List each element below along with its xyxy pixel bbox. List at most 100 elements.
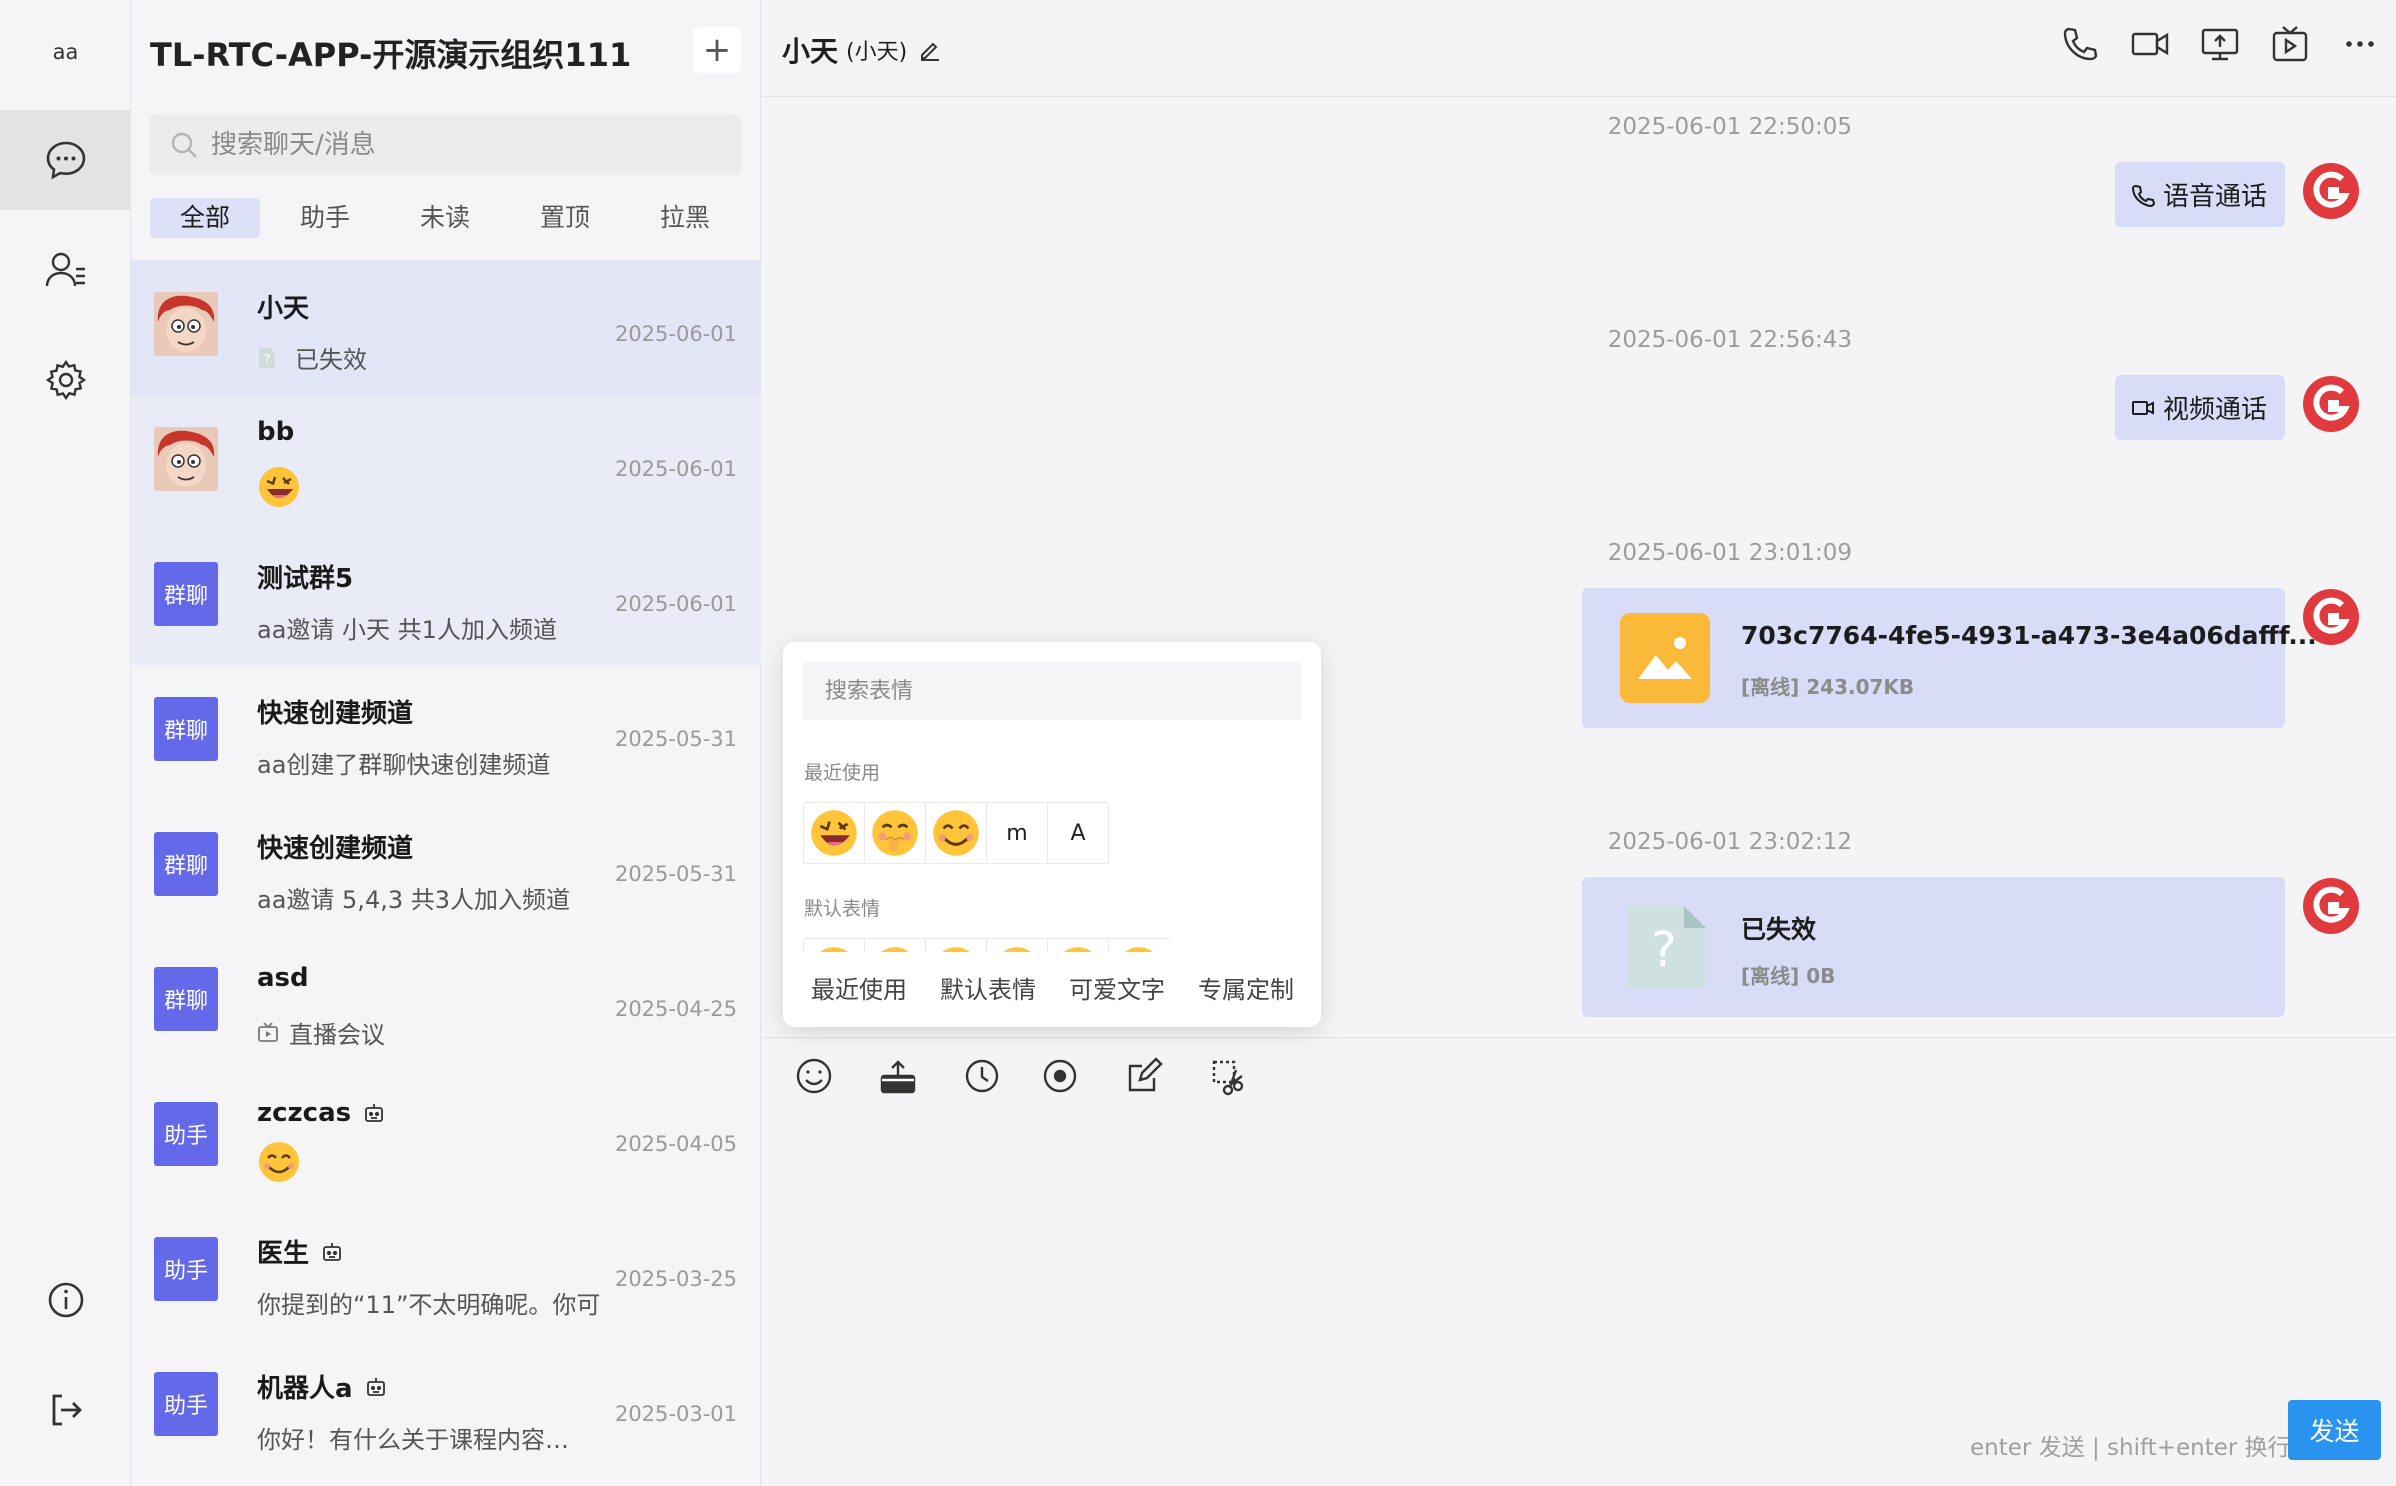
add-button[interactable]: + — [693, 27, 741, 73]
tab-pinned[interactable]: 置顶 — [510, 198, 620, 238]
conversation-item[interactable]: 群聊 测试群5 aa邀请 小天 共1人加入频道 2025-06-01 — [131, 530, 761, 665]
conversation-item[interactable]: bb 2025-06-01 — [131, 395, 761, 530]
file-message[interactable]: ? 已失效 [离线] 0B — [1582, 877, 2285, 1017]
video-call-bubble[interactable]: 视频通话 — [2115, 375, 2285, 440]
search-box — [149, 115, 741, 175]
conversation-date: 2025-06-01 — [614, 457, 737, 481]
more-icon[interactable] — [2340, 24, 2380, 64]
conversation-preview: 直播会议 — [257, 1015, 385, 1050]
screen-share-icon[interactable] — [2200, 24, 2240, 64]
tab-unread[interactable]: 未读 — [390, 198, 500, 238]
tab-all[interactable]: 全部 — [150, 198, 260, 238]
search-input[interactable] — [211, 130, 711, 160]
nav-logout[interactable] — [0, 1360, 131, 1460]
avatar: 群聊 — [154, 967, 218, 1031]
video-camera-icon[interactable] — [2130, 24, 2170, 64]
conversation-item[interactable]: 群聊 快速创建频道 aa邀请 5,4,3 共3人加入频道 2025-05-31 — [131, 800, 761, 935]
conversation-date: 2025-04-05 — [614, 1132, 737, 1156]
emoji-cell[interactable]: A — [1047, 802, 1109, 864]
conversation-item[interactable]: 小天 ? 已失效 2025-06-01 — [131, 260, 761, 395]
record-icon[interactable] — [1040, 1056, 1080, 1096]
tab-recent[interactable]: 最近使用 — [811, 970, 907, 1005]
laughing-emoji-icon — [811, 810, 857, 856]
emoji-icon[interactable] — [794, 1056, 834, 1096]
tab-assistant[interactable]: 助手 — [270, 198, 380, 238]
file-message[interactable]: 703c7764-4fe5-4931-a473-3e4a06dafff... [… — [1582, 588, 2317, 728]
file-name: 已失效 — [1741, 915, 1817, 944]
conversation-preview — [257, 465, 301, 509]
conversation-item[interactable]: 助手 医生 你提到的“11”不太明确呢。你可 2025-03-25 — [131, 1205, 761, 1340]
cartoon-face-icon — [154, 292, 218, 356]
history-clock-icon[interactable] — [962, 1056, 1002, 1096]
phone-icon[interactable] — [2060, 24, 2100, 64]
emoji-cell[interactable] — [925, 938, 987, 952]
conversation-date: 2025-05-31 — [614, 862, 737, 886]
edit-pen-icon[interactable] — [917, 37, 943, 63]
contacts-icon — [45, 252, 85, 287]
sender-logo-icon — [2303, 589, 2359, 645]
giggling-emoji-icon — [872, 810, 918, 856]
robot-icon — [365, 1104, 384, 1122]
emoji-cell[interactable] — [864, 802, 926, 864]
upload-file-icon[interactable] — [878, 1056, 918, 1096]
laughing-emoji-icon — [259, 467, 299, 507]
nav-settings[interactable] — [0, 330, 131, 430]
robot-icon — [323, 1242, 341, 1261]
smiling-emoji-icon — [259, 1142, 299, 1182]
send-hint: enter 发送 | shift+enter 换行 — [1970, 1435, 2291, 1461]
emoji-cell[interactable] — [1108, 938, 1169, 952]
emoji-cell[interactable] — [803, 802, 865, 864]
screenshot-scissors-icon[interactable] — [1208, 1056, 1248, 1096]
composer-divider — [762, 1037, 2396, 1038]
tab-blocked[interactable]: 拉黑 — [630, 198, 740, 238]
unknown-file-icon: ? — [1628, 906, 1706, 988]
emoji-cell[interactable]: m — [986, 802, 1048, 864]
chat-header: 小天 (小天) — [762, 0, 2396, 97]
emoji-cell[interactable] — [864, 938, 926, 952]
default-emoji-row — [803, 938, 1169, 952]
conversation-name: asd — [257, 963, 309, 993]
voice-call-bubble[interactable]: 语音通话 — [2115, 162, 2285, 227]
file-meta: [离线] 0B — [1741, 964, 1836, 988]
conversation-date: 2025-06-01 — [614, 322, 737, 346]
conversation-name: zczcas — [257, 1098, 385, 1128]
tab-default[interactable]: 默认表情 — [940, 970, 1036, 1005]
nav-about[interactable] — [0, 1250, 131, 1350]
tab-cute-text[interactable]: 可爱文字 — [1069, 970, 1165, 1005]
phone-icon — [2131, 184, 2155, 207]
org-title: TL-RTC-APP-开源演示组织111 — [150, 36, 632, 74]
conversation-item[interactable]: 助手 zczcas 2025-04-05 — [131, 1070, 761, 1205]
emoji-search-input[interactable] — [803, 662, 1301, 720]
live-stream-icon[interactable] — [2270, 24, 2310, 64]
conversation-preview: 你好！有什么关于课程内容… — [257, 1426, 569, 1454]
user-avatar[interactable]: aa — [0, 40, 131, 64]
send-button[interactable]: 发送 — [2288, 1400, 2381, 1460]
emoji-cell[interactable] — [925, 802, 987, 864]
robot-icon — [366, 1377, 385, 1396]
logout-icon — [52, 1394, 82, 1426]
section-recent-label: 最近使用 — [804, 762, 881, 784]
emoji-cell[interactable] — [986, 938, 1048, 952]
edit-note-icon[interactable] — [1124, 1056, 1164, 1096]
bubble-label: 语音通话 — [2163, 182, 2268, 212]
name-text: 医生 — [257, 1239, 310, 1269]
chat-name: 小天 — [782, 35, 839, 68]
name-text: zczcas — [257, 1098, 352, 1128]
section-default-label: 默认表情 — [804, 898, 881, 920]
conversation-name: 小天 — [257, 294, 310, 324]
conversation-item[interactable]: 群聊 asd 直播会议 2025-04-25 — [131, 935, 761, 1070]
tab-custom[interactable]: 专属定制 — [1198, 970, 1294, 1005]
emoji-category-tabs: 最近使用 默认表情 可爱文字 专属定制 — [783, 960, 1321, 1010]
conversation-item[interactable]: 群聊 快速创建频道 aa创建了群聊快速创建频道 2025-05-31 — [131, 665, 761, 800]
nav-contacts[interactable] — [0, 220, 131, 320]
info-icon — [48, 1282, 83, 1318]
conversation-panel: TL-RTC-APP-开源演示组织111 + 全部 助手 未读 置顶 拉黑 小天… — [131, 0, 761, 1486]
file-invalid-icon: ? — [259, 347, 275, 368]
conversation-preview: aa邀请 小天 共1人加入频道 — [257, 616, 557, 644]
conversation-item[interactable]: 助手 机器人a 你好！有什么关于课程内容… 2025-03-01 — [131, 1340, 761, 1475]
conversation-date: 2025-04-25 — [614, 997, 737, 1021]
avatar: 群聊 — [154, 562, 218, 626]
emoji-cell[interactable] — [1047, 938, 1109, 952]
nav-chat[interactable] — [0, 110, 131, 210]
emoji-cell[interactable] — [803, 938, 865, 952]
